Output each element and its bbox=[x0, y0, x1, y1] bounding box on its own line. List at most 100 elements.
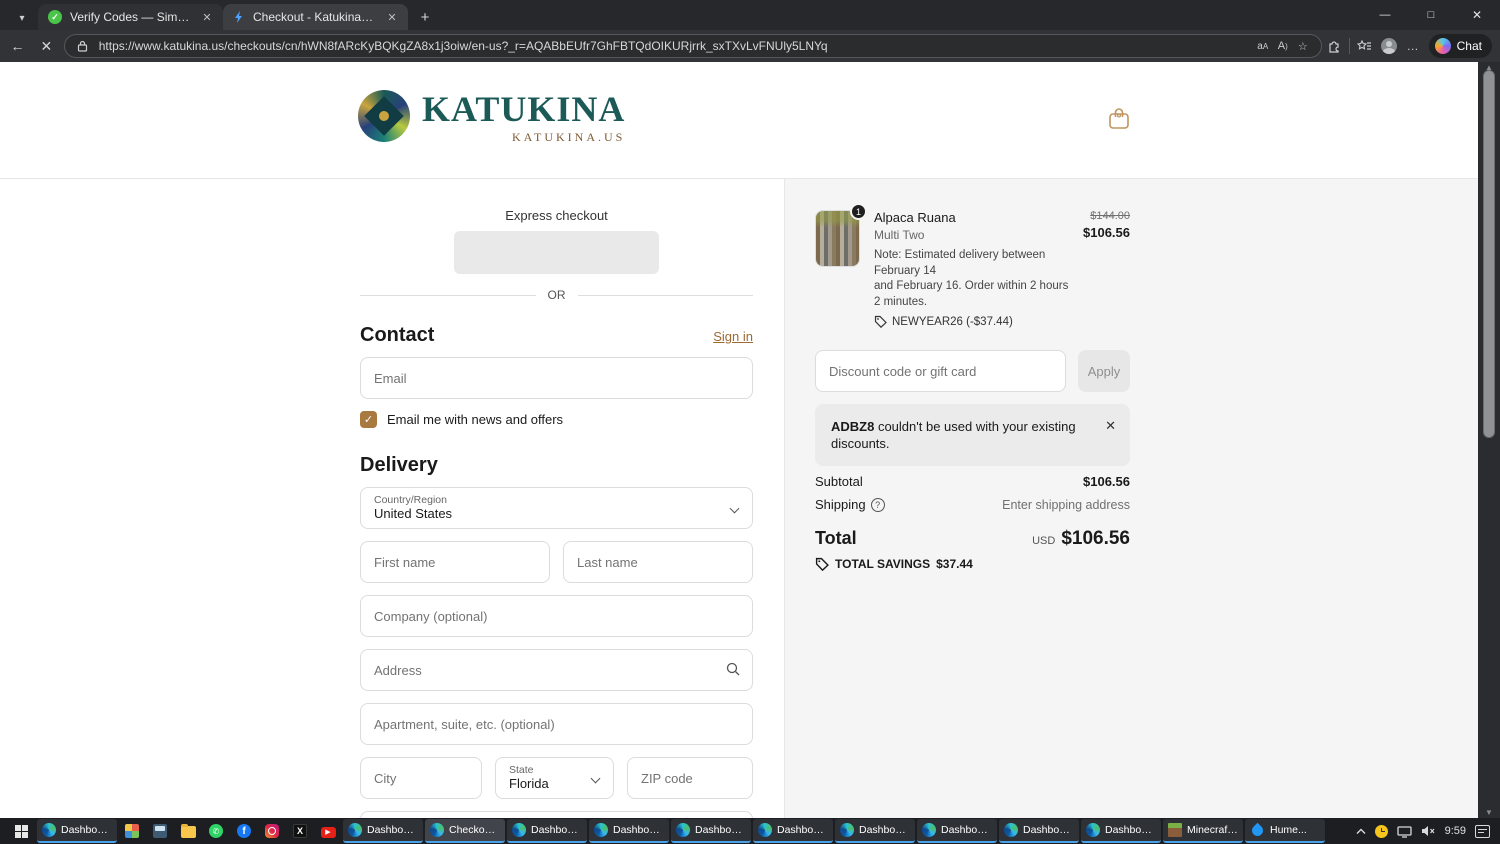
checkout-form-column: Express checkout OR Contact Sign in ✓ Em… bbox=[0, 179, 785, 818]
taskbar-window-button[interactable]: Dashboard -... bbox=[835, 819, 915, 843]
last-name-field[interactable] bbox=[563, 541, 753, 583]
network-icon[interactable] bbox=[1396, 825, 1412, 838]
taskbar-window-button[interactable]: Dashboard -... bbox=[343, 819, 423, 843]
address-bar[interactable]: https://www.katukina.us/checkouts/cn/hWN… bbox=[63, 34, 1322, 58]
hidden-icons-chevron[interactable] bbox=[1356, 828, 1366, 835]
email-field[interactable] bbox=[360, 357, 753, 399]
facebook-app-button[interactable]: f bbox=[231, 819, 257, 843]
copilot-chat-button[interactable]: Chat bbox=[1428, 34, 1492, 58]
window-minimize-button[interactable]: ― bbox=[1362, 0, 1408, 30]
whatsapp-app-button[interactable]: ✆ bbox=[203, 819, 229, 843]
windows-logo-icon bbox=[14, 824, 28, 838]
apply-discount-button[interactable]: Apply bbox=[1078, 350, 1130, 392]
extensions-icon[interactable] bbox=[1322, 34, 1346, 58]
tab-close-icon[interactable]: ✕ bbox=[199, 9, 215, 25]
taskbar-window-label: Dashboard -... bbox=[859, 824, 910, 836]
system-tray: 9:59 bbox=[1356, 824, 1500, 838]
taskbar-window-button[interactable]: Checkout - ... bbox=[425, 819, 505, 843]
hume-icon bbox=[1249, 822, 1266, 838]
scrollbar-thumb[interactable] bbox=[1483, 70, 1495, 438]
applied-discount: NEWYEAR26 (-$37.44) bbox=[874, 315, 1074, 328]
phone-field[interactable] bbox=[360, 811, 753, 818]
taskbar-clock[interactable]: 9:59 bbox=[1445, 825, 1466, 837]
cart-bag-icon[interactable] bbox=[1108, 107, 1130, 131]
subtotal-label: Subtotal bbox=[815, 474, 863, 489]
stop-loading-icon[interactable]: ✕ bbox=[35, 33, 58, 59]
taskbar-window-label: Dashboard -... bbox=[941, 824, 992, 836]
taskbar-window-button[interactable]: Dashboard -... bbox=[917, 819, 997, 843]
taskbar-window-button[interactable]: Dashboard -... bbox=[671, 819, 751, 843]
x-app-button[interactable]: X bbox=[287, 819, 313, 843]
window-close-button[interactable]: ✕ bbox=[1454, 0, 1500, 30]
browser-urlbar: ← ✕ https://www.katukina.us/checkouts/cn… bbox=[0, 30, 1500, 62]
profile-avatar[interactable] bbox=[1377, 34, 1401, 58]
shipping-help-icon[interactable]: ? bbox=[870, 497, 885, 512]
first-name-field[interactable] bbox=[360, 541, 550, 583]
taskbar-window-button[interactable]: Dashboard -... bbox=[507, 819, 587, 843]
tab-simplycodes[interactable]: ✓ Verify Codes — SimplyCodes ✕ bbox=[38, 4, 223, 30]
taskbar-window-button[interactable]: Minecraft* F... bbox=[1163, 819, 1243, 843]
taskbar-window-button[interactable]: Dashboard -... bbox=[589, 819, 669, 843]
edge-icon bbox=[840, 823, 854, 837]
edge-icon bbox=[676, 823, 690, 837]
taskbar-window-button[interactable]: Hume... bbox=[1245, 819, 1325, 843]
country-select[interactable]: Country/Region United States bbox=[360, 487, 753, 529]
taskbar-window-button[interactable]: Dashboard -... bbox=[1081, 819, 1161, 843]
back-icon[interactable]: ← bbox=[6, 33, 29, 59]
volume-muted-icon[interactable] bbox=[1421, 825, 1436, 837]
taskbar-window-label: Dashboard -... bbox=[367, 824, 418, 836]
close-icon[interactable]: ✕ bbox=[1105, 418, 1116, 452]
read-aloud-icon[interactable]: A) bbox=[1273, 40, 1293, 52]
tab-close-icon[interactable]: ✕ bbox=[384, 9, 400, 25]
edge-icon bbox=[1004, 823, 1018, 837]
tab-search-chevron-icon[interactable]: ▾ bbox=[8, 6, 36, 30]
taskbar-window-button[interactable]: Dashboard -... bbox=[37, 819, 117, 843]
taskbar-window-label: Checkout - ... bbox=[449, 824, 500, 836]
start-button[interactable] bbox=[6, 819, 36, 843]
address-field[interactable] bbox=[360, 649, 753, 691]
tab-checkout[interactable]: Checkout - Katukina.US ✕ bbox=[223, 4, 408, 30]
shipping-row: Shipping ? Enter shipping address bbox=[815, 497, 1130, 512]
taskbar-window-button[interactable]: Dashboard -... bbox=[999, 819, 1079, 843]
delivery-heading: Delivery bbox=[360, 454, 438, 476]
company-field[interactable] bbox=[360, 595, 753, 637]
youtube-app-button[interactable]: ▶ bbox=[315, 819, 341, 843]
shipping-label: Shipping bbox=[815, 497, 866, 512]
zip-field[interactable] bbox=[627, 757, 753, 799]
newsletter-checkbox[interactable]: ✓ bbox=[360, 411, 377, 428]
savings-tag-icon bbox=[815, 557, 829, 571]
notification-center-icon[interactable] bbox=[1475, 824, 1490, 838]
lock-icon bbox=[73, 40, 93, 52]
grid-app-button[interactable] bbox=[119, 819, 145, 843]
store-logo[interactable]: KATUKINA KATUKINA.US bbox=[358, 90, 625, 145]
instagram-app-button[interactable] bbox=[259, 819, 285, 843]
subtotal-value: $106.56 bbox=[1083, 474, 1130, 489]
translate-icon[interactable]: aA bbox=[1253, 41, 1273, 52]
savings-label: TOTAL SAVINGS bbox=[835, 557, 931, 571]
scroll-down-icon[interactable]: ▼ bbox=[1478, 808, 1500, 817]
avatar bbox=[1380, 38, 1397, 54]
favorites-hub-icon[interactable] bbox=[1353, 34, 1377, 58]
discount-code-input[interactable] bbox=[815, 350, 1066, 392]
explorer-app-button[interactable] bbox=[175, 819, 201, 843]
currency-code: USD bbox=[1032, 535, 1056, 547]
error-message: ADBZ8 couldn't be used with your existin… bbox=[831, 419, 1076, 451]
express-checkout-button[interactable] bbox=[454, 231, 659, 274]
facebook-icon: f bbox=[237, 824, 251, 838]
taskbar-window-button[interactable]: Dashboard -... bbox=[753, 819, 833, 843]
city-field[interactable] bbox=[360, 757, 482, 799]
page-scrollbar[interactable]: ▲ ▼ bbox=[1478, 62, 1500, 818]
sign-in-link[interactable]: Sign in bbox=[713, 329, 753, 344]
window-maximize-button[interactable]: □ bbox=[1408, 0, 1454, 30]
cart-line-item: 1 Alpaca Ruana Multi Two Note: Estimated… bbox=[815, 203, 1130, 328]
new-tab-button[interactable]: + bbox=[412, 4, 438, 30]
state-select[interactable]: State Florida bbox=[495, 757, 614, 799]
clock-tray-icon[interactable] bbox=[1374, 824, 1388, 838]
apartment-field[interactable] bbox=[360, 703, 753, 745]
favorite-star-icon[interactable]: ☆ bbox=[1293, 40, 1313, 53]
edge-icon bbox=[42, 823, 56, 837]
calculator-app-button[interactable] bbox=[147, 819, 173, 843]
youtube-icon: ▶ bbox=[320, 826, 336, 838]
settings-ellipsis-icon[interactable]: … bbox=[1401, 34, 1425, 58]
grid-icon bbox=[125, 824, 139, 838]
